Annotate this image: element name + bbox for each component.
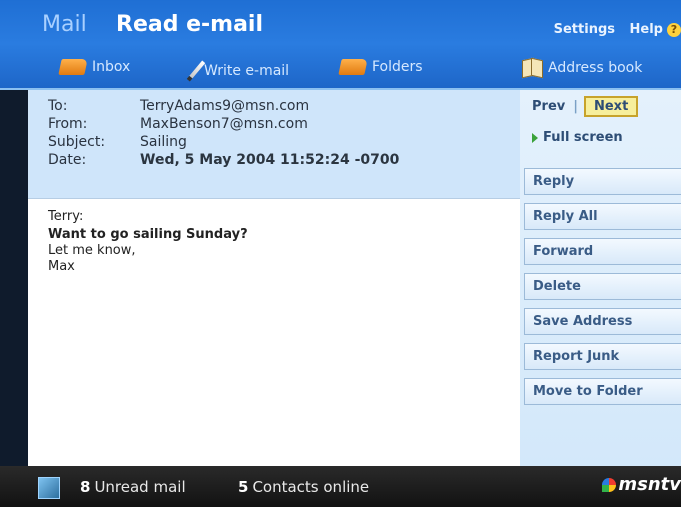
- body-line: Let me know,: [48, 243, 136, 258]
- contacts-online-status[interactable]: 5 Contacts online: [238, 478, 369, 496]
- body-line: Terry:: [48, 209, 84, 224]
- unread-label: Unread mail: [94, 478, 186, 496]
- from-label: From:: [48, 116, 88, 132]
- body-line: Max: [48, 259, 75, 274]
- app-name: Mail: [42, 12, 87, 37]
- nav-folders[interactable]: Folders: [338, 59, 423, 75]
- delete-button[interactable]: Delete: [524, 273, 681, 300]
- move-to-folder-button[interactable]: Move to Folder: [524, 378, 681, 405]
- nav-write-label: Write e-mail: [204, 63, 290, 79]
- logo-text: msntv: [618, 474, 681, 495]
- pager: Prev | Next: [532, 96, 639, 117]
- address-book-icon: [522, 59, 542, 77]
- nav-write-email[interactable]: Write e-mail: [186, 59, 290, 83]
- nav-address-book[interactable]: Address book: [522, 59, 642, 77]
- to-label: To:: [48, 98, 68, 114]
- to-value: TerryAdams9@msn.com: [140, 98, 310, 114]
- nav-inbox[interactable]: Inbox: [58, 59, 131, 75]
- msn-tv-screen: Mail Read e-mail Settings Help? Inbox Wr…: [0, 0, 681, 507]
- play-triangle-icon: [532, 132, 538, 143]
- contacts-count: 5: [238, 478, 249, 496]
- unread-count: 8: [80, 478, 91, 496]
- nav-folders-label: Folders: [372, 59, 423, 75]
- butterfly-icon: [602, 478, 617, 492]
- save-address-button[interactable]: Save Address: [524, 308, 681, 335]
- page-title: Read e-mail: [116, 12, 264, 37]
- folder-icon: [58, 59, 88, 75]
- message-header: To: TerryAdams9@msn.com From: MaxBenson7…: [28, 90, 520, 198]
- help-icon: ?: [667, 23, 681, 37]
- full-screen-label: Full screen: [543, 130, 623, 145]
- reply-button[interactable]: Reply: [524, 168, 681, 195]
- top-links: Settings Help?: [544, 22, 681, 37]
- date-value: Wed, 5 May 2004 11:52:24 -0700: [140, 152, 400, 168]
- help-label: Help: [629, 22, 663, 37]
- unread-mail-status[interactable]: 8 Unread mail: [80, 478, 186, 496]
- forward-button[interactable]: Forward: [524, 238, 681, 265]
- prev-link[interactable]: Prev: [532, 99, 565, 114]
- help-link[interactable]: Help?: [630, 22, 681, 37]
- folder-icon: [338, 59, 368, 75]
- next-button[interactable]: Next: [583, 96, 639, 117]
- contacts-label: Contacts online: [252, 478, 370, 496]
- header-bar: Mail Read e-mail Settings Help? Inbox Wr…: [0, 0, 681, 90]
- subject-value: Sailing: [140, 134, 187, 150]
- title-row: Mail Read e-mail Settings Help?: [0, 0, 681, 48]
- tv-status-icon[interactable]: [38, 477, 60, 499]
- report-junk-button[interactable]: Report Junk: [524, 343, 681, 370]
- subject-label: Subject:: [48, 134, 106, 150]
- msntv-logo: msntv: [602, 474, 681, 495]
- message-body[interactable]: Terry: Want to go sailing Sunday? Let me…: [28, 198, 520, 467]
- date-label: Date:: [48, 152, 87, 168]
- from-value: MaxBenson7@msn.com: [140, 116, 308, 132]
- action-panel: Prev | Next Full screen Reply Reply All Fo…: [520, 90, 681, 466]
- status-bar: 8 Unread mail 5 Contacts online msntv: [0, 466, 681, 507]
- pager-separator: |: [573, 99, 578, 114]
- nav-inbox-label: Inbox: [92, 59, 131, 75]
- full-screen-link[interactable]: Full screen: [532, 130, 623, 145]
- nav-row: Inbox Write e-mail Folders Address book: [0, 55, 681, 85]
- body-line: Want to go sailing Sunday?: [48, 227, 248, 242]
- settings-link[interactable]: Settings: [554, 22, 615, 37]
- reply-all-button[interactable]: Reply All: [524, 203, 681, 230]
- nav-address-book-label: Address book: [548, 60, 643, 76]
- pencil-icon: [186, 60, 206, 82]
